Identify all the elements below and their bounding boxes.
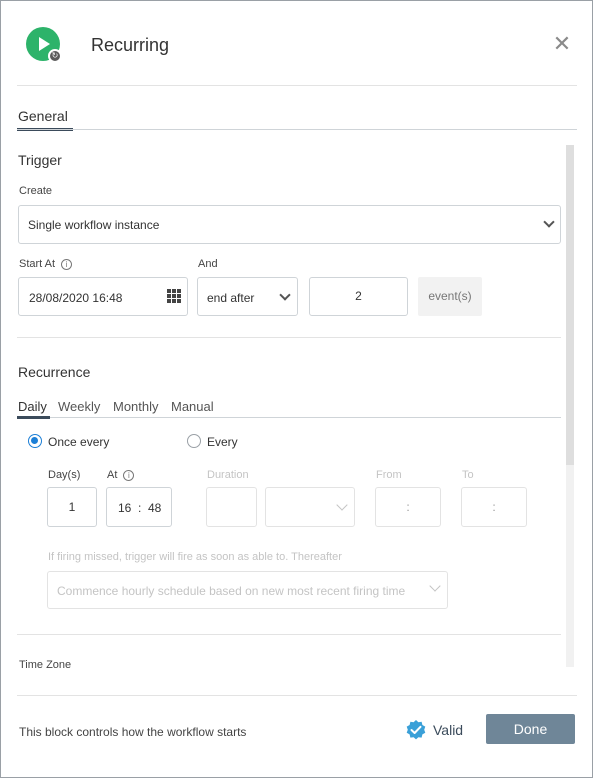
to-time-input[interactable]: : [461,487,527,527]
chevron-down-icon [279,289,291,301]
start-at-value: 28/08/2020 16:48 [29,291,123,305]
tab-daily[interactable]: Daily [18,399,47,414]
tab-manual[interactable]: Manual [171,399,214,414]
chevron-down-icon [429,580,441,592]
calendar-icon[interactable] [167,289,181,303]
chevron-down-icon [543,216,555,228]
tab-weekly[interactable]: Weekly [58,399,100,414]
done-button[interactable]: Done [486,714,575,744]
at-hour: 16 [118,501,132,515]
create-label: Create [19,185,53,197]
footer-divider [17,695,577,696]
time-zone-label: Time Zone [19,659,72,671]
dialog: ↻ Recurring ✕ General Trigger Create Sin… [0,0,593,778]
from-label: From [376,469,402,481]
play-icon [39,37,50,51]
event-unit-label: event(s) [418,277,482,316]
tab-bar-line [17,129,577,130]
info-icon[interactable]: i [123,470,135,481]
create-select-value: Single workflow instance [28,218,160,232]
info-icon[interactable]: i [61,259,73,270]
end-mode-select[interactable]: end after [197,277,298,316]
duration-unit-select[interactable] [265,487,355,527]
missed-firing-select[interactable]: Commence hourly schedule based on new mo… [47,571,448,609]
to-label: To [462,469,474,481]
and-label: And [198,258,218,270]
every-label: Every [207,435,238,449]
valid-status: Valid [433,722,464,738]
days-input[interactable]: 1 [47,487,97,527]
recurrence-heading: Recurrence [18,364,91,380]
once-every-radio[interactable] [28,434,42,448]
every-radio[interactable] [187,434,201,448]
at-label-text: At [107,469,118,481]
at-separator: : [138,501,142,515]
duration-label: Duration [207,469,249,481]
close-icon[interactable]: ✕ [552,33,572,55]
tab-monthly[interactable]: Monthly [113,399,159,414]
once-every-label: Once every [48,435,110,449]
chevron-down-icon [336,499,348,511]
start-at-label-text: Start At [19,258,56,270]
valid-badge-icon [406,720,426,740]
end-mode-value: end after [207,291,255,305]
dialog-header: ↻ Recurring ✕ [1,1,593,85]
section-divider [17,337,561,338]
missed-firing-label: If firing missed, trigger will fire as s… [48,551,342,563]
start-at-input[interactable]: 28/08/2020 16:48 [18,277,188,316]
at-label: At i [107,469,135,481]
dialog-title: Recurring [91,35,170,55]
at-minute: 48 [148,501,162,515]
footer-description: This block controls how the workflow sta… [19,725,247,739]
trigger-heading: Trigger [18,152,62,168]
event-count-input[interactable]: 2 [309,277,408,316]
at-time-input[interactable]: 16 : 48 [106,487,172,527]
scrollbar-thumb[interactable] [566,145,574,465]
from-time-input[interactable]: : [375,487,441,527]
duration-input[interactable] [206,487,257,527]
section-divider [17,634,561,635]
create-select[interactable]: Single workflow instance [18,205,561,244]
header-divider [17,85,577,86]
recurrence-tab-active-indicator [17,416,50,419]
recurrence-tab-line [17,417,561,418]
tab-general[interactable]: General [18,108,68,124]
recurring-block-logo: ↻ [26,27,62,63]
days-label: Day(s) [48,469,81,481]
missed-firing-value: Commence hourly schedule based on new mo… [57,584,406,598]
start-at-label: Start At i [19,258,73,270]
recurring-icon: ↻ [48,49,62,63]
